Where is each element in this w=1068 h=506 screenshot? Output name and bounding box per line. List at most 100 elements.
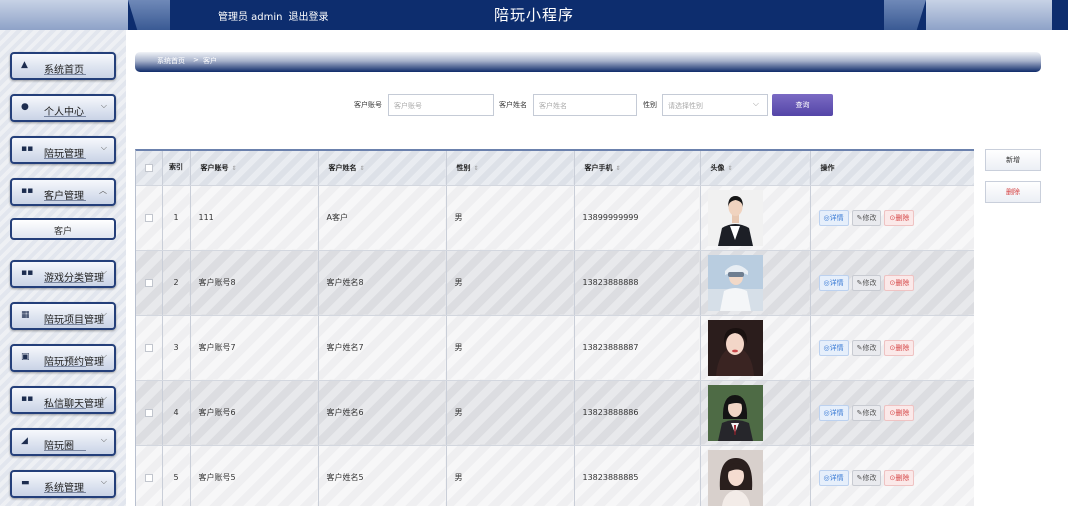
menu-underline: [44, 408, 86, 409]
sidebar-item-bookings[interactable]: ▣ 陪玩预约管理 ⌵: [10, 344, 116, 372]
chevron-down-icon: ⌵: [752, 99, 759, 108]
row-checkbox[interactable]: [144, 343, 153, 352]
delete-button[interactable]: ⊙删除: [884, 339, 915, 356]
col-phone-label: 客户手机: [584, 163, 613, 172]
edit-button[interactable]: ✎修改: [851, 404, 882, 421]
col-avatar-label: 头像: [710, 163, 725, 172]
cell-gender: 男: [446, 380, 575, 446]
sidebar-subitem-customer[interactable]: 客户: [10, 218, 116, 240]
edit-button[interactable]: ✎修改: [851, 209, 882, 226]
gender-select[interactable]: 请选择性别 ⌵: [662, 94, 768, 116]
row-checkbox[interactable]: [144, 408, 153, 417]
sort-icon: ⇕: [727, 164, 733, 172]
sidebar: ▲ 系统首页 ● 个人中心 ⌵ ▪▪ 陪玩管理 ⌵ ▪▪ 客户管理 ︿ 客户 ▪…: [0, 30, 126, 506]
cell-gender: 男: [446, 315, 575, 381]
breadcrumb-current: 客户: [203, 57, 217, 65]
col-avatar[interactable]: 头像 ⇕: [700, 151, 811, 186]
name-search-label: 客户姓名: [499, 101, 527, 109]
query-button[interactable]: 查询: [772, 94, 833, 116]
cell-name: 客户姓名5: [318, 445, 447, 506]
sidebar-item-profile[interactable]: ● 个人中心 ⌵: [10, 94, 116, 122]
avatar-image: [707, 449, 763, 506]
row-checkbox[interactable]: [144, 473, 153, 482]
col-account[interactable]: 客户账号 ⇕: [190, 151, 319, 186]
delete-button[interactable]: ⊙删除: [884, 274, 915, 291]
col-phone[interactable]: 客户手机 ⇕: [574, 151, 701, 186]
cell-account: 客户账号8: [190, 250, 319, 316]
row-checkbox[interactable]: [144, 278, 153, 287]
row-select-cell: [136, 185, 163, 251]
cell-ops: ◎详情 ✎修改 ⊙删除: [810, 250, 974, 316]
edit-button[interactable]: ✎修改: [851, 469, 882, 486]
grid-icon: ▪▪: [21, 186, 34, 196]
cell-gender: 男: [446, 250, 575, 316]
detail-button[interactable]: ◎详情: [818, 469, 849, 486]
menu-underline: [44, 492, 86, 493]
sidebar-item-customers[interactable]: ▪▪ 客户管理 ︿: [10, 178, 116, 206]
cell-account: 客户账号5: [190, 445, 319, 506]
cell-ops: ◎详情 ✎修改 ⊙删除: [810, 445, 974, 506]
account-search-label: 客户账号: [354, 101, 382, 109]
cell-ops: ◎详情 ✎修改 ⊙删除: [810, 380, 974, 446]
detail-button[interactable]: ◎详情: [818, 404, 849, 421]
sidebar-item-home[interactable]: ▲ 系统首页: [10, 52, 116, 80]
gender-search-label: 性别: [643, 101, 657, 109]
customer-table: 索引 客户账号 ⇕ 客户姓名 ⇕ 性别 ⇕ 客户手机 ⇕ 头像 ⇕ 操作 1 111 A客…: [135, 149, 974, 506]
row-checkbox[interactable]: [144, 213, 153, 222]
gender-select-value: 请选择性别: [668, 102, 703, 110]
menu-underline: [44, 158, 86, 159]
menu-underline: [44, 116, 86, 117]
user-icon: ●: [21, 102, 29, 112]
sidebar-item-game-category[interactable]: ▪▪ 游戏分类管理 ⌵: [10, 260, 116, 288]
header-user-area: 管理员 admin 退出登录: [218, 8, 335, 23]
name-search-input[interactable]: 客户姓名: [533, 94, 637, 116]
cell-account: 111: [190, 185, 319, 251]
col-account-label: 客户账号: [200, 163, 229, 172]
chevron-up-icon: ︿: [99, 186, 107, 195]
edit-button[interactable]: ✎修改: [851, 339, 882, 356]
menu-underline: [44, 366, 86, 367]
chevron-down-icon: ⌵: [100, 143, 107, 152]
sidebar-item-system[interactable]: ▬ 系统管理 ⌵: [10, 470, 116, 498]
cell-gender: 男: [446, 185, 575, 251]
sidebar-item-messages[interactable]: ▪▪ 私信聊天管理 ⌵: [10, 386, 116, 414]
add-button[interactable]: 新增: [985, 149, 1041, 171]
table-icon: ▦: [21, 310, 30, 320]
select-all-checkbox[interactable]: [144, 163, 153, 172]
sidebar-item-circle[interactable]: ◢ 陪玩圈 ⌵: [10, 428, 116, 456]
delete-button[interactable]: ⊙删除: [884, 404, 915, 421]
delete-button[interactable]: ⊙删除: [884, 469, 915, 486]
detail-button[interactable]: ◎详情: [818, 209, 849, 226]
grid-icon: ▪▪: [21, 144, 34, 154]
grid-icon: ▪▪: [21, 268, 34, 278]
chevron-down-icon: ⌵: [100, 435, 107, 444]
detail-button[interactable]: ◎详情: [818, 274, 849, 291]
header-decor-right: [926, 0, 1052, 30]
header-wing-right: [884, 0, 926, 30]
breadcrumb: 系统首页 > 客户: [135, 52, 1041, 72]
account-search-input[interactable]: 客户账号: [388, 94, 494, 116]
chevron-down-icon: ⌵: [100, 309, 107, 318]
sidebar-item-companion[interactable]: ▪▪ 陪玩管理 ⌵: [10, 136, 116, 164]
thumb-icon: ◢: [21, 436, 28, 446]
table-row: 3 客户账号7 客户姓名7 男 13823888887 ◎详情 ✎修改 ⊙删除: [136, 315, 974, 381]
col-gender[interactable]: 性别 ⇕: [446, 151, 575, 186]
col-name[interactable]: 客户姓名 ⇕: [318, 151, 447, 186]
chevron-down-icon: ⌵: [100, 267, 107, 276]
top-header: 管理员 admin 退出登录 陪玩小程序: [0, 0, 1068, 30]
cell-avatar: [700, 445, 811, 506]
cell-avatar: [700, 315, 811, 381]
settings-icon: ▬: [21, 478, 30, 488]
edit-button[interactable]: ✎修改: [851, 274, 882, 291]
bulk-delete-button[interactable]: 删除: [985, 181, 1041, 203]
col-index: 索引: [162, 151, 191, 186]
logout-link[interactable]: 退出登录: [289, 12, 329, 23]
detail-button[interactable]: ◎详情: [818, 339, 849, 356]
sidebar-item-projects[interactable]: ▦ 陪玩项目管理 ⌵: [10, 302, 116, 330]
row-select-cell: [136, 445, 163, 506]
menu-underline: [44, 74, 86, 75]
cell-phone: 13823888887: [574, 315, 701, 381]
cell-index: 2: [162, 250, 191, 316]
breadcrumb-home[interactable]: 系统首页: [157, 56, 185, 66]
delete-button[interactable]: ⊙删除: [884, 209, 915, 226]
